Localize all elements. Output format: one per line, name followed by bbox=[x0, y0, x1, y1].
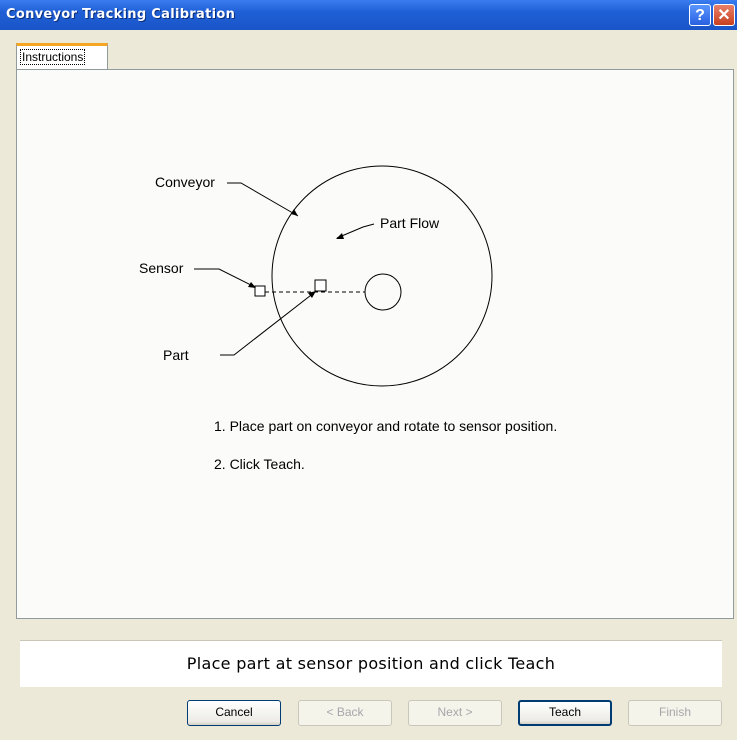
instructions-panel: Conveyor Part Flow Sensor Part 1. Place … bbox=[16, 69, 734, 619]
label-sensor: Sensor bbox=[139, 260, 184, 276]
finish-button[interactable]: Finish bbox=[628, 700, 722, 726]
title-bar[interactable]: Conveyor Tracking Calibration ? ✕ bbox=[0, 0, 737, 30]
label-conveyor: Conveyor bbox=[155, 174, 215, 190]
part-square bbox=[314, 279, 327, 292]
close-icon: ✕ bbox=[717, 7, 731, 24]
sensor-square bbox=[254, 285, 266, 297]
leader-sensor bbox=[194, 268, 256, 288]
arrowhead-sensor bbox=[248, 282, 256, 288]
tab-instructions[interactable]: Instructions bbox=[16, 43, 108, 69]
help-icon: ? bbox=[695, 7, 705, 24]
window-title: Conveyor Tracking Calibration bbox=[6, 7, 236, 22]
help-button[interactable]: ? bbox=[689, 4, 711, 26]
instruction-step-2: 2. Click Teach. bbox=[214, 456, 305, 472]
conveyor-circle bbox=[271, 165, 493, 387]
leader-conveyor bbox=[227, 182, 299, 217]
next-button[interactable]: Next > bbox=[408, 700, 502, 726]
hub-circle bbox=[364, 273, 402, 311]
instruction-step-1: 1. Place part on conveyor and rotate to … bbox=[214, 418, 558, 434]
tab-label: Instructions bbox=[19, 49, 86, 65]
arrowhead-conveyor bbox=[291, 209, 298, 216]
teach-button[interactable]: Teach bbox=[518, 700, 612, 726]
arrowhead-part-flow bbox=[336, 233, 344, 239]
leader-part bbox=[220, 291, 316, 356]
status-message: Place part at sensor position and click … bbox=[20, 640, 722, 687]
back-button[interactable]: < Back bbox=[298, 700, 392, 726]
conveyor-diagram: Conveyor Part Flow Sensor Part bbox=[139, 165, 493, 387]
label-part: Part bbox=[163, 347, 189, 363]
close-button[interactable]: ✕ bbox=[713, 4, 735, 26]
cancel-button[interactable]: Cancel bbox=[187, 700, 281, 726]
label-part-flow: Part Flow bbox=[380, 215, 440, 231]
